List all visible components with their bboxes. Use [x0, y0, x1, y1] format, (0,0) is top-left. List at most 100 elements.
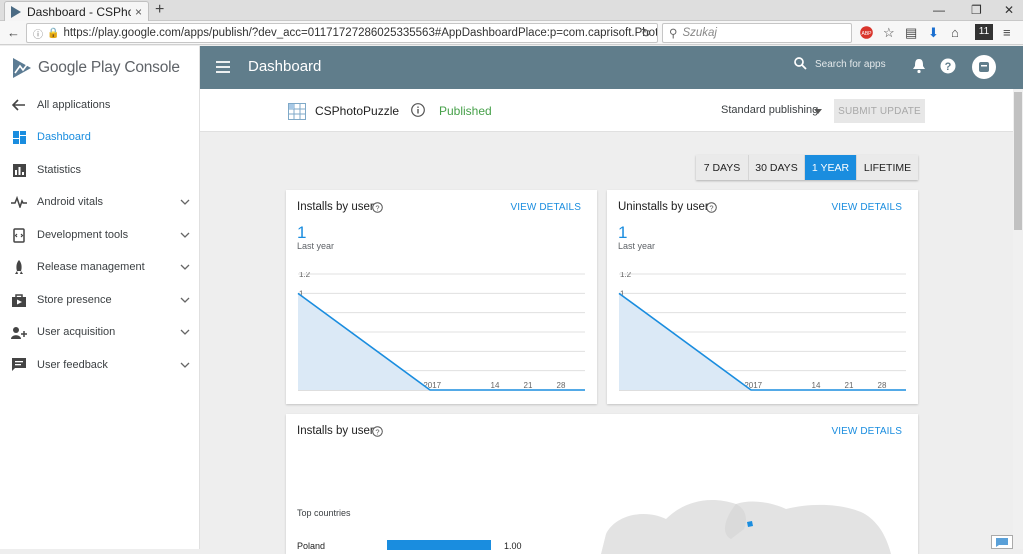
app-name: CSPhotoPuzzle [315, 104, 400, 118]
app-summary-bar: CSPhotoPuzzle Published Standard publish… [200, 89, 1023, 132]
sidebar-item-label: User acquisition [37, 326, 116, 338]
tab-title: Dashboard - CSPhotoPuzzle [27, 4, 131, 19]
chevron-down-icon[interactable] [180, 196, 190, 208]
help-outline-icon[interactable]: ? [372, 202, 383, 213]
info-icon: ⓘ [33, 29, 43, 41]
url-text: https://play.google.com/apps/publish/?de… [63, 27, 658, 39]
sidebar-item-user-feedback[interactable]: User feedback [0, 349, 200, 381]
view-details-link[interactable]: VIEW DETAILS [832, 202, 902, 213]
svg-text:?: ? [375, 203, 379, 212]
sidebar-item-store-presence[interactable]: Store presence [0, 284, 200, 316]
sidebar-item-label: All applications [37, 99, 111, 111]
tab-close-icon[interactable]: × [135, 5, 142, 19]
extension-badge[interactable]: 11 [975, 24, 993, 40]
sidebar-item-dashboard[interactable]: Dashboard [0, 121, 200, 153]
chevron-down-icon[interactable] [180, 359, 190, 371]
sidebar-item-statistics[interactable]: Statistics [0, 154, 200, 186]
search-icon[interactable] [794, 57, 807, 70]
restore-icon[interactable]: ❐ [971, 3, 982, 17]
bar-chart-icon [10, 161, 28, 179]
svg-text:ABP: ABP [861, 31, 872, 37]
add-user-icon [10, 323, 28, 341]
help-outline-icon[interactable]: ? [372, 426, 383, 437]
minimize-icon[interactable]: — [933, 3, 945, 17]
rocket-icon [10, 258, 28, 276]
country-name: Poland [297, 541, 326, 551]
avatar-icon [979, 62, 989, 72]
x-tick-label: 28 [878, 381, 887, 390]
hamburger-menu-icon[interactable] [216, 57, 230, 78]
account-avatar[interactable] [972, 55, 996, 79]
publish-status: Published [439, 104, 492, 118]
publishing-mode-select[interactable]: Standard publishing [721, 104, 818, 116]
dashboard-icon [10, 128, 28, 146]
range-7-days[interactable]: 7 DAYS [696, 155, 749, 180]
window-close-icon[interactable]: ✕ [1004, 3, 1014, 17]
browser-tab-strip: Dashboard - CSPhotoPuzzle × + — ❐ ✕ [0, 0, 1023, 21]
card-title: Installs by user [297, 201, 374, 213]
info-icon[interactable] [411, 103, 425, 117]
home-icon[interactable]: ⌂ [951, 25, 959, 41]
range-1-year[interactable]: 1 YEAR [805, 155, 857, 180]
sidebar-item-label: Release management [37, 261, 145, 273]
submit-update-button[interactable]: SUBMIT UPDATE [834, 99, 925, 123]
sidebar-item-release-management[interactable]: Release management [0, 251, 200, 283]
lock-icon: 🔒 [47, 27, 60, 39]
search-icon: ⚲ [669, 28, 678, 40]
sidebar-item-android-vitals[interactable]: Android vitals [0, 186, 200, 218]
sidebar-item-label: Development tools [37, 229, 129, 241]
reload-icon[interactable]: ↻ [641, 26, 651, 40]
chevron-down-icon[interactable] [180, 229, 190, 241]
range-30-days[interactable]: 30 DAYS [749, 155, 805, 180]
feedback-widget[interactable] [991, 535, 1013, 549]
download-icon[interactable]: ⬇ [928, 25, 939, 41]
store-icon [10, 291, 28, 309]
sidebar-item-all-applications[interactable]: All applications [0, 89, 200, 121]
app-icon [288, 103, 306, 120]
country-value: 1.00 [504, 541, 522, 551]
sidebar-item-development-tools[interactable]: Development tools [0, 219, 200, 251]
adblock-icon[interactable]: ABP [860, 26, 873, 39]
dropdown-arrow-icon[interactable] [814, 109, 822, 114]
app-search-input[interactable]: Search for apps [815, 59, 886, 70]
top-countries-label: Top countries [297, 508, 351, 518]
metric-period: Last year [297, 241, 335, 251]
poland-highlight [747, 521, 753, 527]
address-bar[interactable]: ⓘ 🔒 https://play.google.com/apps/publish… [26, 23, 658, 43]
browser-menu-icon[interactable]: ≡ [1003, 25, 1011, 41]
feedback-icon [10, 356, 28, 374]
card-title: Uninstalls by user [618, 201, 709, 213]
view-details-link[interactable]: VIEW DETAILS [511, 202, 581, 213]
metric-value: 1 [297, 223, 307, 242]
new-tab-button[interactable]: + [155, 1, 164, 19]
view-details-link[interactable]: VIEW DETAILS [832, 426, 902, 437]
y-tick-label: 1.2 [620, 272, 632, 279]
help-icon[interactable]: ? [940, 58, 956, 74]
installs-chart: 0.20.40.60.811.2101724Aug 2017142128 [297, 272, 585, 391]
scrollbar-thumb[interactable] [1014, 92, 1022, 230]
range-lifetime[interactable]: LIFETIME [857, 155, 918, 180]
browser-search-input[interactable]: ⚲ Szukaj [662, 23, 852, 43]
clipboard-icon[interactable]: ▤ [905, 25, 917, 41]
help-outline-icon[interactable]: ? [706, 202, 717, 213]
installs-by-country-card: Installs by user ? VIEW DETAILS Top coun… [286, 414, 918, 554]
notifications-bell-icon[interactable] [912, 58, 926, 74]
chevron-down-icon[interactable] [180, 326, 190, 338]
sidebar-item-label: User feedback [37, 359, 108, 371]
play-console-logo-icon [13, 58, 31, 78]
metric-period: Last year [618, 241, 656, 251]
chevron-down-icon[interactable] [180, 261, 190, 273]
x-tick-label: 14 [491, 381, 500, 390]
browser-search-placeholder: Szukaj [682, 27, 717, 39]
play-console-logo[interactable]: Google Play Console [12, 56, 180, 80]
sidebar-item-user-acquisition[interactable]: User acquisition [0, 316, 200, 348]
y-tick-label: 1.2 [299, 272, 311, 279]
bookmark-star-icon[interactable]: ☆ [883, 25, 895, 41]
svg-text:?: ? [709, 203, 713, 212]
uninstalls-card: Uninstalls by user ? VIEW DETAILS 1 Last… [607, 190, 918, 404]
back-icon[interactable]: ← [7, 25, 20, 41]
chevron-down-icon[interactable] [180, 294, 190, 306]
sidebar-item-label: Statistics [37, 164, 82, 176]
browser-tab[interactable]: Dashboard - CSPhotoPuzzle × [4, 1, 149, 21]
dev-tools-icon [10, 226, 28, 244]
